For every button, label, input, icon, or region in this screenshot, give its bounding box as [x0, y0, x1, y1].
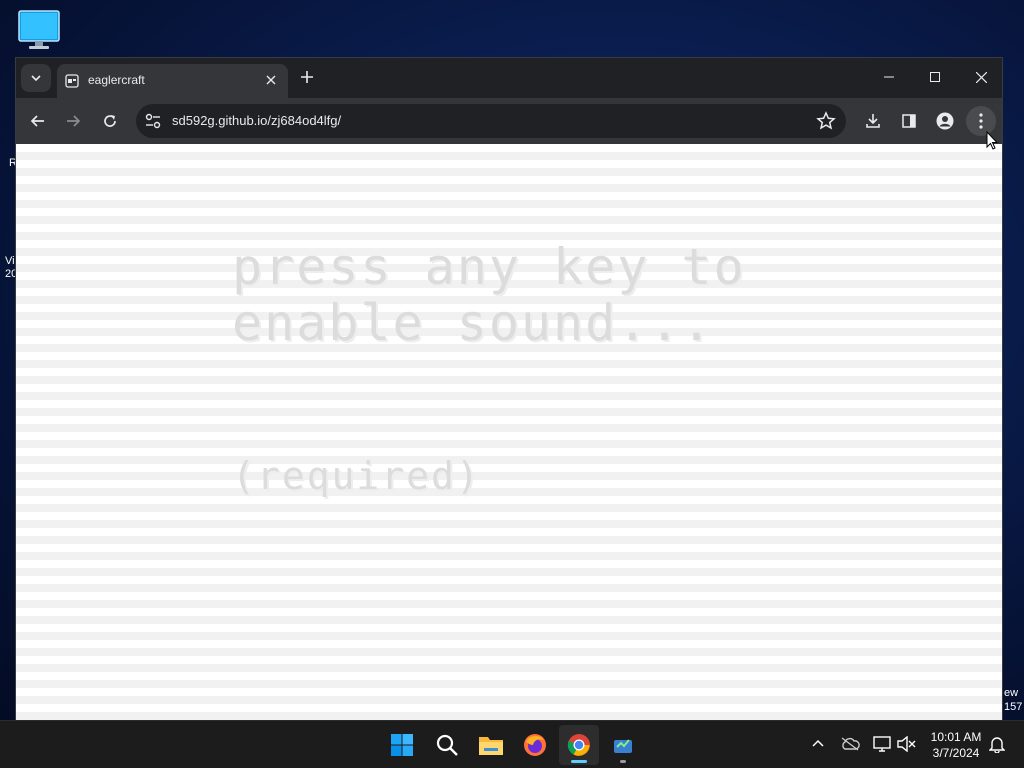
onedrive-icon [841, 737, 860, 751]
required-note: (required) [232, 454, 481, 498]
profile-icon [936, 112, 954, 130]
new-tab-button[interactable] [297, 67, 317, 87]
pinned-app-button[interactable] [603, 725, 643, 765]
monitor-icon[interactable] [18, 10, 60, 50]
chrome-button[interactable] [559, 725, 599, 765]
forward-arrow-icon [67, 115, 81, 127]
system-clock[interactable]: 10:01 AM 3/7/2024 [924, 729, 988, 761]
clock-time: 10:01 AM [930, 730, 982, 744]
plus-icon [301, 71, 313, 83]
browser-window: eaglercraft sd592g.github.io/zj684od4lfg… [15, 57, 1003, 720]
taskbar: 10:01 AM 3/7/2024 [0, 720, 1024, 768]
notifications-button[interactable] [986, 733, 1008, 755]
close-icon [266, 75, 276, 85]
star-icon[interactable] [816, 111, 836, 131]
file-explorer-icon [479, 737, 503, 755]
chevron-up-icon [812, 739, 824, 747]
forward-button[interactable] [58, 106, 88, 136]
tab-eaglercraft[interactable]: eaglercraft [57, 64, 288, 98]
show-hidden-icons-button[interactable] [807, 733, 829, 755]
enable-sound-message: press any key to enable sound... [232, 238, 746, 352]
mouse-cursor-icon [986, 131, 998, 150]
desktop-label-fragment: ew [1004, 687, 1019, 699]
address-bar[interactable]: sd592g.github.io/zj684od4lfg/ [136, 104, 846, 138]
back-button[interactable] [23, 106, 53, 136]
running-app-indicator [620, 760, 626, 763]
side-panel-icon [902, 114, 916, 128]
clock-date: 3/7/2024 [932, 746, 980, 760]
volume-status[interactable] [896, 733, 918, 755]
reload-icon [104, 115, 116, 127]
firefox-button[interactable] [515, 725, 555, 765]
page-favicon-icon [65, 74, 79, 88]
desktop-label-fragment: 157 [1004, 701, 1023, 713]
chrome-icon [567, 734, 590, 756]
network-status[interactable] [871, 733, 893, 755]
tab-title: eaglercraft [88, 73, 145, 87]
browser-toolbar: sd592g.github.io/zj684od4lfg/ [16, 98, 1002, 144]
site-info-icon[interactable] [144, 112, 162, 130]
tab-search-button[interactable] [21, 64, 51, 92]
maximize-icon [930, 72, 940, 82]
close-tab-button[interactable] [262, 71, 280, 89]
start-button[interactable] [382, 725, 422, 765]
downloads-button[interactable] [858, 106, 888, 136]
back-arrow-icon [30, 115, 44, 127]
page-content[interactable]: press any key to enable sound... (requir… [16, 144, 1002, 720]
active-app-indicator [571, 760, 587, 763]
url-text[interactable]: sd592g.github.io/zj684od4lfg/ [172, 113, 341, 128]
minimize-button[interactable] [866, 58, 912, 96]
search-button[interactable] [427, 725, 467, 765]
volume-mute-icon [897, 736, 916, 752]
app-icon [614, 739, 632, 753]
file-explorer-button[interactable] [471, 725, 511, 765]
onedrive-status[interactable] [839, 733, 861, 755]
network-icon [873, 736, 891, 752]
maximize-button[interactable] [912, 58, 958, 96]
reload-button[interactable] [95, 106, 125, 136]
profile-button[interactable] [930, 106, 960, 136]
notification-bell-icon [989, 737, 1005, 753]
minimize-icon [884, 76, 894, 78]
desktop-label-fragment: Vi [5, 255, 15, 267]
tab-strip: eaglercraft [16, 58, 1002, 98]
close-icon [975, 71, 987, 83]
firefox-icon [524, 734, 546, 756]
download-icon [866, 114, 880, 128]
close-window-button[interactable] [958, 58, 1004, 96]
search-icon [436, 734, 458, 756]
chevron-down-icon [31, 75, 41, 82]
kebab-menu-icon [979, 113, 983, 129]
side-panel-button[interactable] [894, 106, 924, 136]
start-icon [391, 734, 413, 756]
